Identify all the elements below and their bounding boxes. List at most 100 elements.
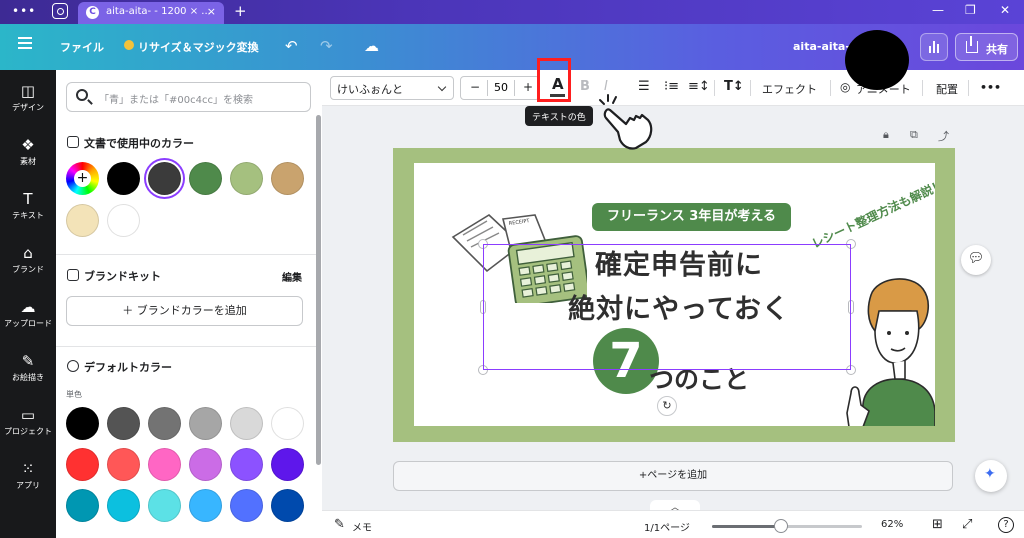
doc-color-swatch[interactable] [148, 162, 181, 195]
headline-tag[interactable]: フリーランス 3年目が考える [592, 203, 791, 231]
design-title[interactable]: aita-aita- [793, 40, 850, 53]
bold-button[interactable]: B [580, 79, 590, 94]
add-brand-color-button[interactable]: ＋ ブランドカラーを追加 [66, 296, 303, 326]
animate-icon[interactable]: ◎ [840, 80, 850, 94]
font-size-increase-button[interactable]: + [523, 80, 533, 94]
default-color-swatch[interactable] [148, 407, 181, 440]
default-color-swatch[interactable] [271, 489, 304, 522]
search-placeholder: 「青」または「#00c4cc」を検索 [99, 95, 253, 106]
color-panel: 「青」または「#00c4cc」を検索 文書で使用中のカラー ブランドキット 編集… [56, 70, 322, 538]
undo-icon[interactable]: ↶ [285, 37, 298, 55]
lock-icon[interactable]: 🔒︎ [883, 128, 889, 142]
fullscreen-icon[interactable]: ⤢ [962, 517, 972, 532]
divider [750, 80, 751, 96]
minimize-icon[interactable]: — [932, 3, 944, 17]
rail-item-apps[interactable]: ⁙ アプリ [0, 460, 56, 491]
add-color-button[interactable] [66, 162, 99, 195]
more-options-icon[interactable]: ••• [980, 81, 1001, 94]
rail-item-uploads[interactable]: ☁ アップロード [0, 298, 56, 329]
close-tab-icon[interactable]: × [207, 5, 216, 18]
align-center-icon[interactable]: ☰ [638, 79, 650, 94]
help-icon[interactable]: ? [998, 517, 1014, 533]
default-color-swatch[interactable] [271, 448, 304, 481]
new-tab-icon[interactable]: + [234, 2, 247, 20]
default-color-swatch[interactable] [189, 489, 222, 522]
font-size-input[interactable]: 50 [487, 80, 515, 96]
hamburger-menu-icon[interactable] [18, 37, 32, 49]
curved-subtitle[interactable]: レシート整理方法も解説！ [809, 176, 935, 252]
duplicate-page-icon[interactable]: ⧉ [910, 128, 918, 142]
draw-icon: ✎ [21, 352, 35, 370]
line-spacing-icon[interactable]: ≡↕ [688, 79, 710, 94]
home-icon[interactable] [52, 3, 68, 19]
default-color-swatch[interactable] [230, 407, 263, 440]
rail-item-brand[interactable]: ⌂ ブランド [0, 244, 56, 275]
page-indicator[interactable]: 1/1ページ [644, 519, 690, 534]
default-color-swatch[interactable] [66, 407, 99, 440]
default-color-swatch[interactable] [66, 448, 99, 481]
share-button[interactable]: 共有 [955, 33, 1018, 61]
upload-icon: ☁ [20, 298, 36, 316]
file-menu[interactable]: ファイル [60, 39, 104, 55]
rail-item-draw[interactable]: ✎ お絵描き [0, 352, 56, 383]
window-close-icon[interactable]: ✕ [1000, 3, 1010, 17]
italic-button[interactable]: I [604, 79, 608, 94]
color-search-input[interactable]: 「青」または「#00c4cc」を検索 [66, 82, 311, 112]
panel-scrollbar[interactable] [316, 115, 321, 465]
notes-button[interactable]: メモ [352, 519, 372, 534]
vertical-text-icon[interactable]: T↕ [724, 79, 744, 94]
zoom-slider-knob[interactable] [774, 519, 788, 533]
maximize-icon[interactable]: ❐ [965, 3, 976, 17]
add-page-button[interactable]: +ページを追加 [393, 461, 953, 491]
default-color-swatch[interactable] [189, 407, 222, 440]
highlight-frame [537, 58, 571, 102]
rail-item-text[interactable]: T テキスト [0, 190, 56, 221]
magic-assistant-icon[interactable] [975, 460, 1007, 492]
brand-icon: ⌂ [23, 244, 33, 262]
rail-item-projects[interactable]: ▭ プロジェクト [0, 406, 56, 437]
notes-icon[interactable]: ✎ [334, 517, 345, 532]
cloud-save-icon[interactable]: ☁ [364, 37, 379, 55]
rotate-handle-icon[interactable]: ↻ [657, 396, 677, 416]
default-color-swatch[interactable] [271, 407, 304, 440]
browser-menu-icon[interactable]: ••• [12, 4, 36, 18]
doc-color-swatch[interactable] [107, 162, 140, 195]
default-color-swatch[interactable] [107, 448, 140, 481]
effects-button[interactable]: エフェクト [762, 81, 817, 97]
rail-item-elements[interactable]: ❖ 素材 [0, 136, 56, 167]
default-color-swatch[interactable] [189, 448, 222, 481]
bar-icon [929, 46, 931, 53]
position-button[interactable]: 配置 [936, 81, 958, 97]
default-color-swatch[interactable] [148, 489, 181, 522]
avatar[interactable] [845, 30, 909, 90]
doc-color-swatch[interactable] [107, 204, 140, 237]
default-color-swatch[interactable] [230, 489, 263, 522]
default-color-swatch[interactable] [230, 448, 263, 481]
brand-kit-edit-link[interactable]: 編集 [282, 269, 302, 284]
zoom-level[interactable]: 62% [881, 519, 903, 530]
font-size-decrease-button[interactable]: − [470, 80, 480, 94]
default-color-swatch[interactable] [107, 489, 140, 522]
doc-color-swatch[interactable] [230, 162, 263, 195]
palette-icon [67, 136, 79, 148]
doc-color-swatch[interactable] [189, 162, 222, 195]
rail-item-design[interactable]: ◫ デザイン [0, 82, 56, 113]
insights-button[interactable] [920, 33, 948, 61]
browser-tab[interactable]: C aita-aita- - 1200 × ... × [78, 2, 224, 24]
crown-icon [124, 40, 134, 50]
bulleted-list-icon[interactable]: ⁝≡ [664, 79, 679, 94]
add-page-icon[interactable]: ⤴ [938, 128, 949, 144]
redo-icon[interactable]: ↷ [320, 37, 333, 55]
editor-footer: ✎ メモ 1/1ページ 62% ⊞ ⤢ ? [322, 510, 1024, 538]
default-color-swatch[interactable] [107, 407, 140, 440]
add-comment-icon[interactable]: 💬︎ [961, 245, 991, 275]
grid-view-icon[interactable]: ⊞ [932, 517, 943, 532]
zoom-slider[interactable] [712, 519, 862, 533]
text-selection-box[interactable] [483, 244, 851, 370]
default-color-swatch[interactable] [66, 489, 99, 522]
resize-magic-button[interactable]: リサイズ＆マジック変換 [138, 39, 259, 55]
default-color-swatch[interactable] [148, 448, 181, 481]
doc-color-swatch[interactable] [271, 162, 304, 195]
doc-color-swatch[interactable] [66, 204, 99, 237]
font-family-dropdown[interactable]: けいふぉんと [330, 76, 454, 100]
